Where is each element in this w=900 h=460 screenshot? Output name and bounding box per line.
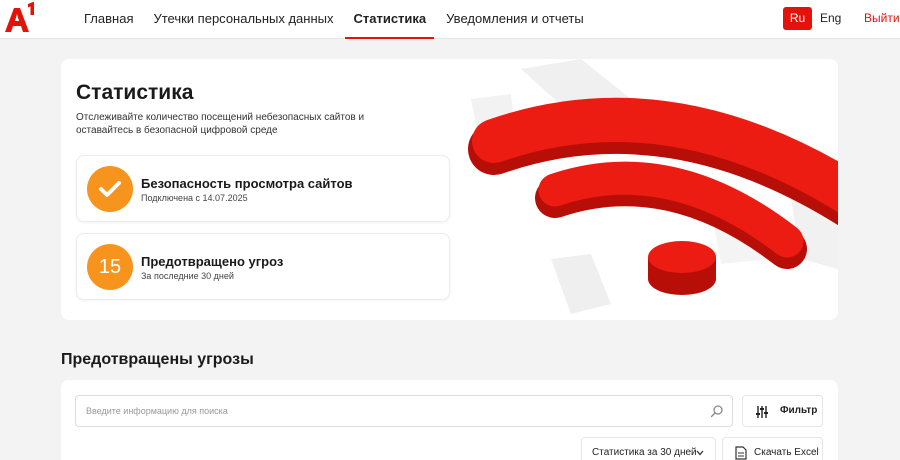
period-select[interactable]: Статистика за 30 дней xyxy=(581,437,716,460)
filter-label: Фильтр xyxy=(780,405,818,416)
a1-logo[interactable] xyxy=(3,2,37,34)
nav-statistics[interactable]: Статистика xyxy=(345,0,434,39)
page-description: Отслеживайте количество посещений небезо… xyxy=(76,112,365,136)
chevron-down-icon xyxy=(696,450,704,456)
logout-button[interactable]: Выйти xyxy=(864,7,900,30)
document-icon xyxy=(735,446,747,460)
search-input[interactable] xyxy=(86,396,696,426)
checkmark-icon xyxy=(87,166,133,212)
top-header: Главная Утечки персональных данных Стати… xyxy=(0,0,900,39)
statistics-hero-card: Статистика Отслеживайте количество посещ… xyxy=(61,59,838,320)
check-glyph-icon xyxy=(99,181,121,197)
lang-en-button[interactable]: Eng xyxy=(820,7,841,30)
nav-notifications-reports[interactable]: Уведомления и отчеты xyxy=(438,0,592,39)
lang-ru-button[interactable]: Ru xyxy=(783,7,812,30)
nav-data-leaks[interactable]: Утечки персональных данных xyxy=(145,0,341,39)
threats-prevented-subtitle: За последние 30 дней xyxy=(141,271,234,281)
threats-count-badge: 15 xyxy=(87,244,133,290)
threats-prevented-card: 15 Предотвращено угроз За последние 30 д… xyxy=(76,233,450,300)
nav-home[interactable]: Главная xyxy=(76,0,141,39)
filter-button[interactable]: Фильтр xyxy=(742,395,823,427)
browsing-safety-title: Безопасность просмотра сайтов xyxy=(141,176,353,191)
wifi-illustration xyxy=(468,59,838,314)
search-box xyxy=(75,395,733,427)
page-title: Статистика xyxy=(76,81,194,104)
threats-prevented-title: Предотвращено угроз xyxy=(141,254,284,269)
browsing-safety-subtitle: Подключена с 14.07.2025 xyxy=(141,193,248,203)
threats-panel: Фильтр Статистика за 30 дней Скачать Exc… xyxy=(61,380,838,460)
period-label: Статистика за 30 дней xyxy=(592,447,697,458)
main-nav: Главная Утечки персональных данных Стати… xyxy=(76,0,596,39)
download-excel-button[interactable]: Скачать Excel xyxy=(722,437,823,460)
download-excel-label: Скачать Excel xyxy=(754,447,819,458)
browsing-safety-card: Безопасность просмотра сайтов Подключена… xyxy=(76,155,450,222)
threats-section-title: Предотвращены угрозы xyxy=(61,351,254,368)
search-icon[interactable] xyxy=(710,404,724,418)
sliders-icon xyxy=(756,406,768,418)
